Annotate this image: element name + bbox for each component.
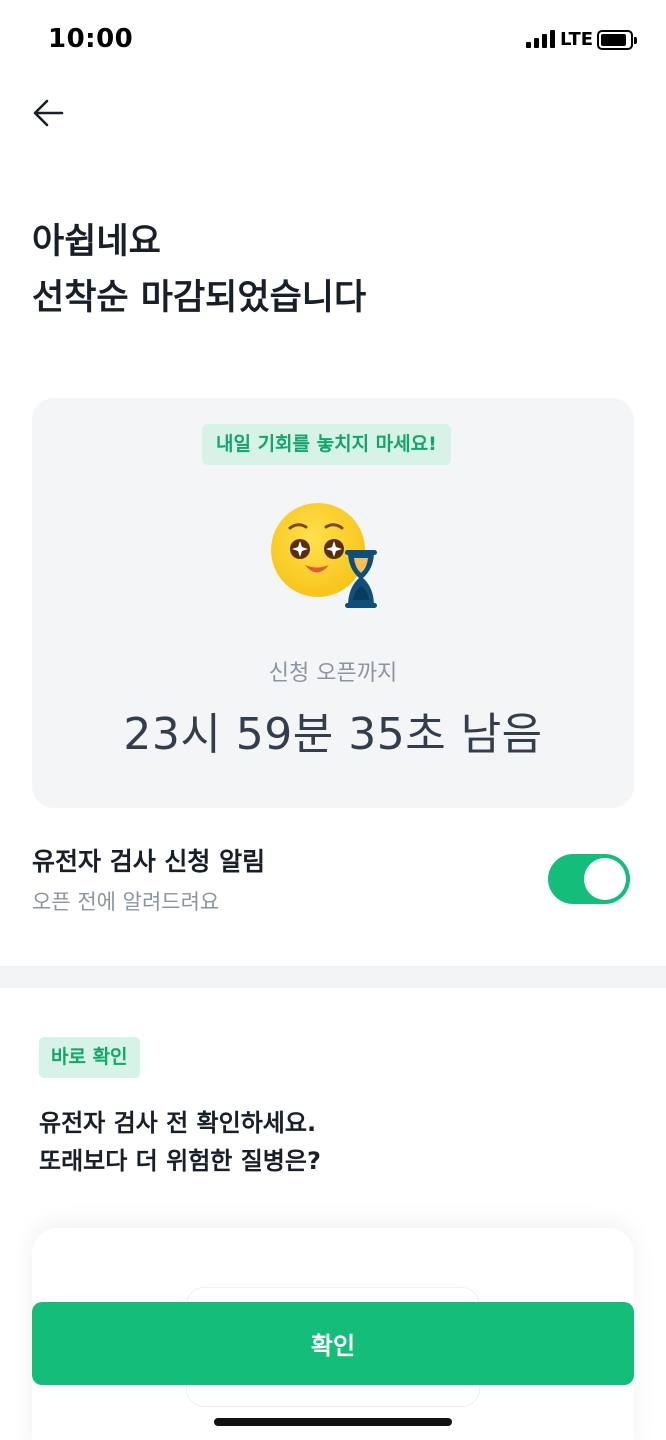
reminder-chip: 내일 기회를 놓치지 마세요! (202, 424, 451, 465)
title-line-1: 아쉽네요 (32, 222, 161, 262)
quiz-question: 유전자 검사 전 확인하세요. 또래보다 더 위험한 질병은? (39, 1104, 321, 1180)
signal-icon (526, 30, 555, 48)
back-button[interactable] (28, 92, 70, 134)
battery-icon (597, 30, 637, 50)
status-bar: 10:00 LTE (0, 0, 666, 80)
status-time: 10:00 (48, 24, 134, 54)
question-line-2: 또래보다 더 위험한 질병은? (39, 1147, 321, 1175)
smiling-face-hourglass-icon (268, 502, 388, 620)
countdown-timer: 23시 59분 35초 남음 (123, 709, 543, 760)
quick-check-chip: 바로 확인 (39, 1037, 140, 1078)
arrow-left-icon (33, 99, 64, 127)
network-label: LTE (560, 29, 594, 50)
notification-title: 유전자 검사 신청 알림 (32, 847, 266, 876)
page-title: 아쉽네요 선착순 마감되었습니다 (32, 214, 366, 326)
section-divider (0, 966, 666, 988)
notification-toggle[interactable] (548, 854, 630, 904)
title-line-2: 선착순 마감되었습니다 (32, 278, 367, 318)
notification-subtitle: 오픈 전에 알려드려요 (32, 890, 220, 914)
toggle-knob (584, 858, 626, 900)
question-line-1: 유전자 검사 전 확인하세요. (39, 1109, 317, 1137)
until-open-label: 신청 오픈까지 (268, 661, 398, 686)
confirm-button[interactable]: 확인 (32, 1302, 634, 1385)
home-indicator (214, 1418, 452, 1426)
